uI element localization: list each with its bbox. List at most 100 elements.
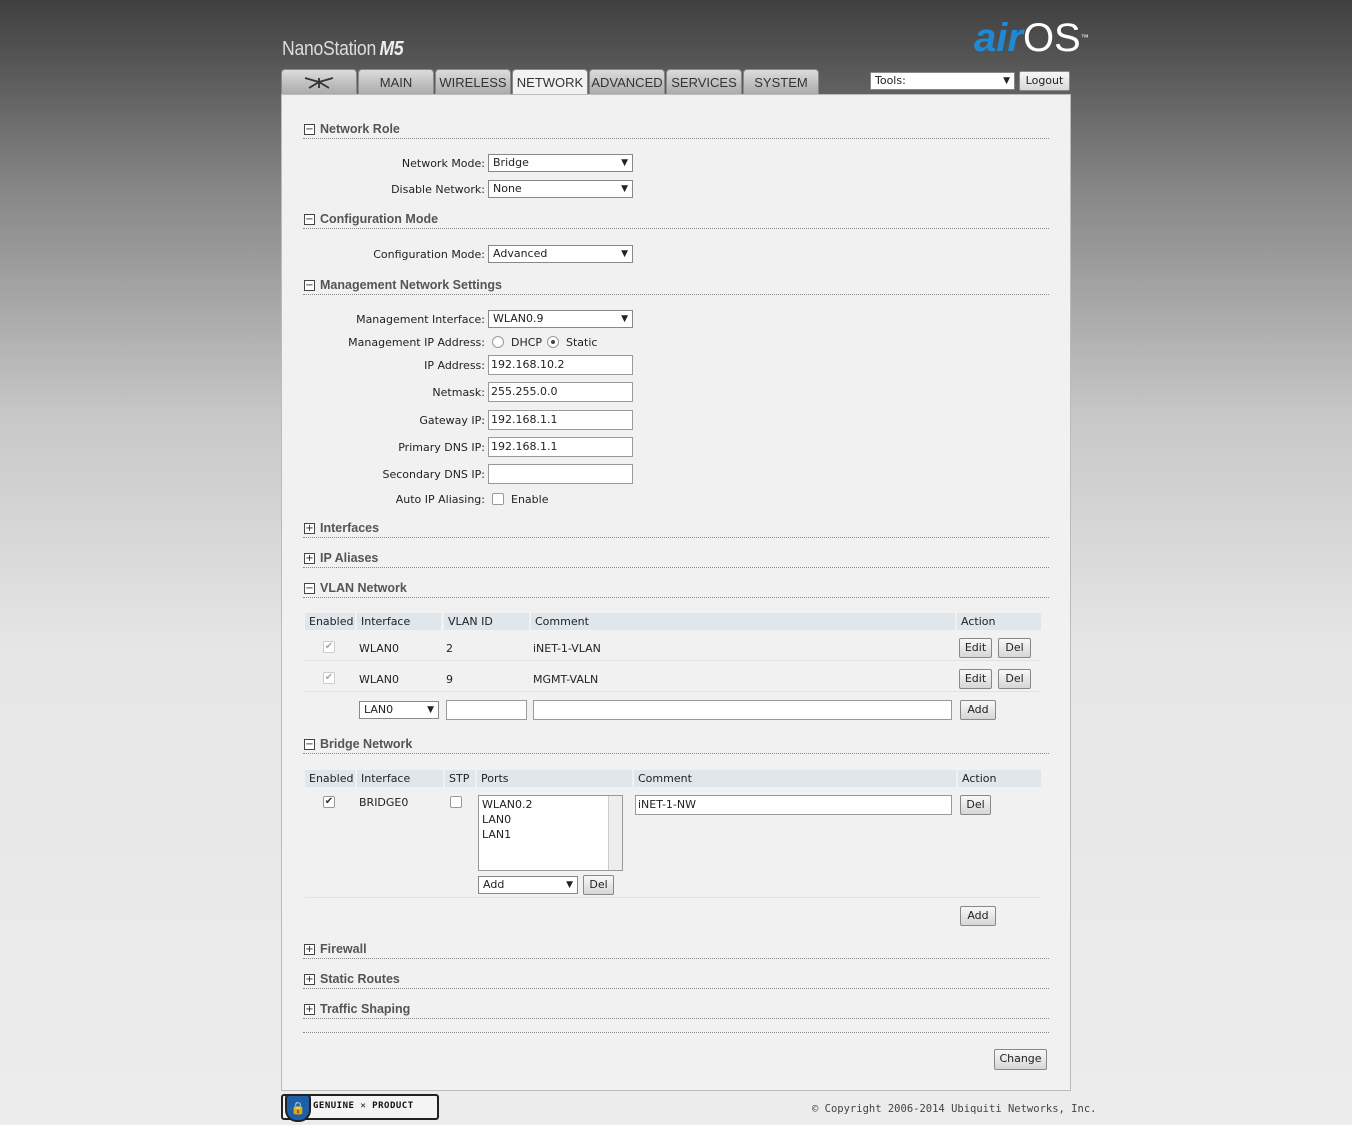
static-radio[interactable] [547,336,559,348]
list-item[interactable]: WLAN0.2 [482,798,533,811]
section-title: VLAN Network [320,581,407,595]
expand-icon[interactable]: + [304,553,315,564]
bridge-enabled-checkbox[interactable]: ✔ [323,796,335,808]
bridge-interface: BRIDGE0 [359,796,409,809]
vlan-new-interface-select[interactable]: LAN0 ▼ [359,701,439,719]
chevron-down-icon: ▼ [621,158,628,168]
secondary-dns-input[interactable] [488,464,633,484]
vlan-id: 9 [446,673,453,686]
logo-air: air [974,16,1023,60]
bridge-comment-input[interactable]: iNET-1-NW [635,795,952,815]
vlan-del-button[interactable]: Del [998,638,1031,658]
genuine-product-badge: 🔒 GENUINE ✕ PRODUCT [281,1094,439,1122]
airos-logo: airOS™ [974,16,1089,60]
configuration-mode-label: Configuration Mode: [373,248,485,261]
tools-select[interactable]: Tools: ▼ [870,72,1015,90]
vlan-col-action: Action [955,613,1041,630]
vlan-enabled-checkbox: ✔ [323,641,335,653]
badge-text: GENUINE ✕ PRODUCT [313,1101,414,1111]
dhcp-radio[interactable] [492,336,504,348]
primary-dns-input[interactable]: 192.168.1.1 [488,437,633,457]
table-row: ✔ WLAN0 2 iNET-1-VLAN Edit Del [305,634,1041,661]
management-ip-label: Management IP Address: [348,336,485,349]
section-title: Firewall [320,942,367,956]
bridge-add-button[interactable]: Add [960,906,996,926]
bridge-col-enabled: Enabled [305,770,355,787]
bridge-col-stp: STP [443,770,475,787]
tab-wireless[interactable]: WIRELESS [435,69,511,95]
tab-network[interactable]: NETWORK [512,69,588,96]
secondary-dns-label: Secondary DNS IP: [382,468,485,481]
section-firewall[interactable]: + Firewall [303,941,1049,959]
bridge-stp-checkbox[interactable] [450,796,462,808]
vlan-new-comment-input[interactable] [533,700,952,720]
bridge-ports-listbox[interactable]: WLAN0.2 LAN0 LAN1 [478,795,623,871]
bridge-port-add-select[interactable]: Add ▼ [478,876,578,894]
section-static-routes[interactable]: + Static Routes [303,971,1049,989]
network-mode-label: Network Mode: [401,157,485,170]
bridge-port-del-button[interactable]: Del [583,875,614,895]
tab-services[interactable]: SERVICES [666,69,742,95]
expand-icon[interactable]: + [304,523,315,534]
tab-main[interactable]: MAIN [358,69,434,95]
table-row: ✔ WLAN0 9 MGMT-VALN Edit Del [305,665,1041,692]
vlan-edit-button[interactable]: Edit [959,638,992,658]
logo-os: OS [1022,16,1081,60]
device-model: M5 [379,38,404,60]
section-bridge-network[interactable]: − Bridge Network [303,736,1049,754]
management-interface-select[interactable]: WLAN0.9 ▼ [488,310,633,328]
collapse-icon[interactable]: − [304,583,315,594]
collapse-icon[interactable]: − [304,214,315,225]
vlan-new-interface-value: LAN0 [364,703,394,716]
ip-address-label: IP Address: [424,359,485,372]
vlan-interface: WLAN0 [359,642,400,655]
auto-ip-aliasing-enable-label: Enable [511,493,549,506]
list-item[interactable]: LAN0 [482,813,511,826]
ip-address-input[interactable]: 192.168.10.2 [488,355,633,375]
ubiquiti-logo-icon [304,77,334,89]
section-traffic-shaping[interactable]: + Traffic Shaping [303,1001,1049,1019]
tab-home[interactable] [281,69,357,95]
section-title: Network Role [320,122,400,136]
vlan-interface: WLAN0 [359,673,400,686]
vlan-comment: iNET-1-VLAN [533,642,601,655]
vlan-del-button[interactable]: Del [998,669,1031,689]
tab-advanced[interactable]: ADVANCED [589,69,665,95]
management-interface-label: Management Interface: [356,313,485,326]
collapse-icon[interactable]: − [304,124,315,135]
section-management-network[interactable]: − Management Network Settings [303,277,1049,295]
listbox-scrollbar[interactable] [608,796,622,870]
change-button[interactable]: Change [994,1049,1047,1070]
configuration-mode-select[interactable]: Advanced ▼ [488,245,633,263]
device-name: NanoStation M5 [282,38,404,61]
expand-icon[interactable]: + [304,1004,315,1015]
expand-icon[interactable]: + [304,974,315,985]
vlan-edit-button[interactable]: Edit [959,669,992,689]
netmask-input[interactable]: 255.255.0.0 [488,382,633,402]
section-configuration-mode[interactable]: − Configuration Mode [303,211,1049,229]
chevron-down-icon: ▼ [427,705,434,715]
vlan-col-enabled: Enabled [305,613,355,630]
bridge-del-button[interactable]: Del [960,795,991,815]
logout-button[interactable]: Logout [1019,71,1070,91]
table-row: ✔ BRIDGE0 WLAN0.2 LAN0 LAN1 Add ▼ Del iNE… [305,791,1041,898]
section-network-role[interactable]: − Network Role [303,121,1049,139]
bridge-col-ports: Ports [475,770,632,787]
vlan-new-id-input[interactable] [446,700,527,720]
copyright: © Copyright 2006-2014 Ubiquiti Networks,… [812,1103,1097,1115]
section-vlan-network[interactable]: − VLAN Network [303,580,1049,598]
auto-ip-aliasing-checkbox[interactable] [492,493,504,505]
section-interfaces[interactable]: + Interfaces [303,520,1049,538]
vlan-add-button[interactable]: Add [960,700,996,720]
collapse-icon[interactable]: − [304,280,315,291]
expand-icon[interactable]: + [304,944,315,955]
tab-system[interactable]: SYSTEM [743,69,819,95]
network-mode-select[interactable]: Bridge ▼ [488,154,633,172]
static-label: Static [566,336,598,349]
list-item[interactable]: LAN1 [482,828,511,841]
section-ip-aliases[interactable]: + IP Aliases [303,550,1049,568]
gateway-ip-input[interactable]: 192.168.1.1 [488,410,633,430]
device-name-text: NanoStation [282,38,376,60]
collapse-icon[interactable]: − [304,739,315,750]
disable-network-select[interactable]: None ▼ [488,180,633,198]
